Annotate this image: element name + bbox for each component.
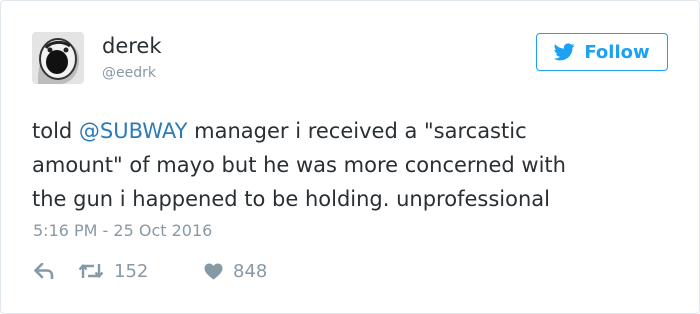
- user-handle[interactable]: @eedrk: [102, 64, 156, 82]
- tweet-card: derek @eedrk Follow told @SUBWAY manager…: [0, 0, 700, 314]
- retweet-button[interactable]: 152: [78, 261, 204, 282]
- display-name[interactable]: derek: [102, 32, 162, 60]
- retweet-count: 152: [114, 260, 149, 282]
- retweet-icon: [78, 262, 104, 280]
- follow-label: Follow: [584, 41, 650, 63]
- tweet-text-line2: amount" of mayo but he was more concerne…: [32, 153, 566, 177]
- reply-icon: [34, 263, 54, 279]
- like-count: 848: [233, 260, 268, 282]
- tweet-text-start: told: [32, 119, 79, 143]
- avatar-image: [32, 32, 84, 84]
- mention-link[interactable]: @SUBWAY: [79, 119, 188, 143]
- follow-button[interactable]: Follow: [536, 33, 668, 71]
- reply-button[interactable]: [34, 263, 78, 279]
- tweet-text-line3: the gun i happened to be holding. unprof…: [32, 187, 550, 211]
- tweet-timestamp[interactable]: 5:16 PM - 25 Oct 2016: [33, 220, 212, 242]
- twitter-bird-icon: [554, 43, 576, 61]
- like-button[interactable]: 848: [204, 261, 267, 282]
- tweet-actions: 152 848: [34, 258, 267, 284]
- tweet-text-line1: manager i received a "sarcastic: [187, 119, 527, 143]
- avatar[interactable]: [32, 32, 84, 84]
- heart-icon: [204, 262, 223, 280]
- tweet-text: told @SUBWAY manager i received a "sarca…: [32, 114, 672, 216]
